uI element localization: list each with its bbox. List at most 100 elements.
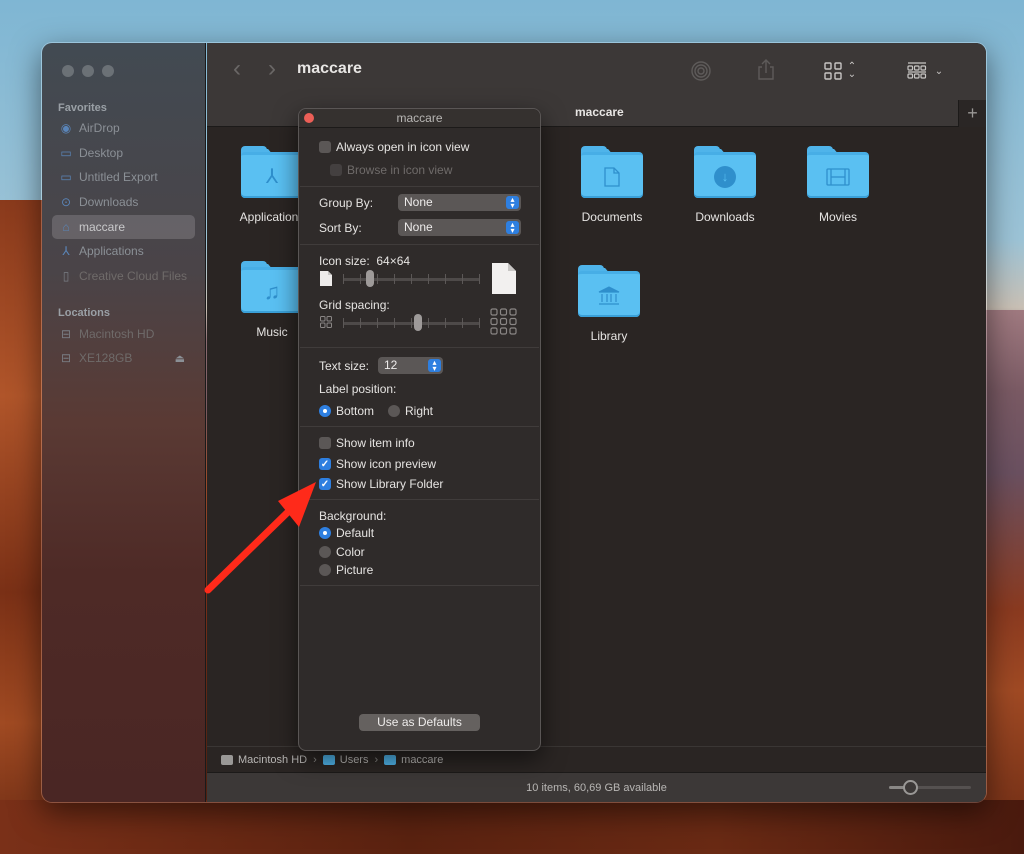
always-open-icon-view-checkbox[interactable]: Always open in icon view bbox=[319, 140, 469, 154]
sidebar-item-creative-cloud-files[interactable]: ▯ Creative Cloud Files bbox=[52, 264, 195, 288]
text-size-label: Text size: bbox=[319, 359, 370, 373]
slider-tick bbox=[462, 274, 463, 284]
close-window-button[interactable] bbox=[62, 65, 74, 77]
airdrop-icon bbox=[691, 61, 711, 81]
document-glyph-icon bbox=[604, 166, 620, 187]
sidebar-item-macintosh-hd[interactable]: ⊟ Macintosh HD bbox=[52, 322, 195, 346]
slider-knob[interactable] bbox=[414, 314, 423, 331]
new-tab-button[interactable]: + bbox=[958, 100, 986, 127]
path-item-macintosh-hd[interactable]: Macintosh HD bbox=[238, 754, 307, 766]
grid-spacing-slider[interactable] bbox=[343, 314, 480, 331]
disk-icon: ⊟ bbox=[60, 327, 72, 341]
show-library-folder-checkbox[interactable]: ✓ Show Library Folder bbox=[319, 477, 443, 491]
label-position-label: Label position: bbox=[319, 382, 397, 396]
text-size-select[interactable]: 12 ▴ ▾ bbox=[378, 357, 443, 374]
path-item-users[interactable]: Users bbox=[340, 754, 369, 766]
label-position-bottom-radio[interactable]: Bottom bbox=[319, 404, 374, 418]
file-item-library[interactable]: Library bbox=[559, 265, 659, 343]
sidebar-item-airdrop[interactable]: ◉ AirDrop bbox=[52, 116, 195, 140]
eject-icon[interactable]: ⏏ bbox=[175, 352, 185, 365]
sidebar-item-downloads[interactable]: ⊙ Downloads bbox=[52, 190, 195, 214]
large-grid-icon bbox=[490, 308, 517, 335]
radio-dot bbox=[319, 527, 331, 539]
forward-button[interactable]: › bbox=[262, 55, 282, 82]
sidebar-item-untitled-export[interactable]: ▭ Untitled Export bbox=[52, 165, 195, 189]
sidebar-item-label: XE128GB bbox=[79, 351, 133, 365]
sidebar-item-desktop[interactable]: ▭ Desktop bbox=[52, 141, 195, 165]
large-document-icon bbox=[492, 263, 516, 294]
chevron-right-icon: › bbox=[268, 55, 276, 82]
sort-by-select[interactable]: None ▴ ▾ bbox=[398, 219, 521, 236]
use-as-defaults-button[interactable]: Use as Defaults bbox=[359, 714, 480, 731]
chevron-left-icon: ‹ bbox=[233, 55, 241, 82]
show-item-info-checkbox[interactable]: Show item info bbox=[319, 436, 415, 450]
background-color-radio[interactable]: Color bbox=[319, 545, 365, 559]
folder-icon: ↓ bbox=[694, 146, 756, 198]
browse-icon-view-checkbox: Browse in icon view bbox=[330, 163, 452, 177]
view-mode-button[interactable]: ⌃ ⌄ bbox=[820, 59, 860, 83]
sidebar-item-xe128gb[interactable]: ⊟ XE128GB ⏏ bbox=[52, 346, 195, 370]
folder-icon bbox=[807, 146, 869, 198]
path-separator: › bbox=[374, 754, 379, 766]
slider-knob[interactable] bbox=[902, 780, 918, 795]
updown-arrows-icon: ▴ ▾ bbox=[506, 195, 519, 209]
background-picture-radio[interactable]: Picture bbox=[319, 563, 373, 577]
path-item-maccare[interactable]: maccare bbox=[401, 754, 443, 766]
wallpaper-bottom bbox=[0, 800, 1024, 854]
sidebar-item-label: Desktop bbox=[79, 146, 124, 160]
group-icon bbox=[907, 62, 926, 79]
zoom-window-button[interactable] bbox=[102, 65, 114, 77]
background-label: Background: bbox=[319, 509, 387, 523]
updown-arrows-icon: ▴ ▾ bbox=[428, 358, 441, 372]
file-item-documents[interactable]: Documents bbox=[562, 146, 662, 224]
sidebar-item-applications[interactable]: ⅄ Applications bbox=[52, 239, 195, 263]
checkbox-label: Show item info bbox=[336, 436, 415, 450]
background-default-radio[interactable]: Default bbox=[319, 526, 374, 540]
item-label: Library bbox=[590, 329, 628, 343]
grid-spacing-label: Grid spacing: bbox=[319, 298, 390, 312]
sidebar-item-label: Creative Cloud Files bbox=[79, 269, 188, 283]
group-by-label: Group By: bbox=[319, 196, 374, 210]
checkbox-label: Show icon preview bbox=[336, 457, 437, 471]
radio-dot bbox=[319, 405, 331, 417]
group-by-select[interactable]: None ▴ ▾ bbox=[398, 194, 521, 211]
panel-titlebar: maccare bbox=[299, 109, 540, 128]
tab-maccare[interactable]: maccare bbox=[575, 105, 624, 119]
window-title: maccare bbox=[297, 60, 362, 77]
folder-icon bbox=[581, 146, 643, 198]
library-glyph-icon bbox=[598, 285, 620, 305]
chevron-down-icon: ⌄ bbox=[934, 65, 944, 77]
label-position-right-radio[interactable]: Right bbox=[388, 404, 433, 418]
checkbox-label: Show Library Folder bbox=[336, 477, 444, 491]
share-button[interactable] bbox=[755, 58, 777, 82]
file-item-movies[interactable]: Movies bbox=[788, 146, 888, 224]
document-icon: ▯ bbox=[62, 269, 70, 283]
minimize-window-button[interactable] bbox=[82, 65, 94, 77]
radio-label: Picture bbox=[336, 563, 374, 577]
slider-tick bbox=[411, 274, 412, 284]
airdrop-button[interactable] bbox=[689, 59, 713, 83]
slider-tick bbox=[343, 318, 344, 328]
sidebar-item-label: Untitled Export bbox=[79, 170, 158, 184]
show-icon-preview-checkbox[interactable]: ✓ Show icon preview bbox=[319, 457, 436, 471]
sidebar-item-label: Downloads bbox=[79, 195, 139, 209]
radio-dot bbox=[319, 564, 331, 576]
icon-zoom-slider[interactable] bbox=[889, 780, 971, 795]
item-label: Music bbox=[256, 325, 288, 339]
sidebar-item-maccare[interactable]: ⌂ maccare bbox=[52, 215, 195, 239]
status-bar: 10 items, 60,69 GB available bbox=[207, 772, 986, 802]
file-item-downloads[interactable]: ↓ Downloads bbox=[675, 146, 775, 224]
applications-icon: ⅄ bbox=[62, 244, 70, 258]
radio-dot bbox=[319, 546, 331, 558]
folder-icon: ♫ bbox=[241, 261, 303, 313]
back-button[interactable]: ‹ bbox=[227, 55, 247, 82]
icon-size-slider[interactable] bbox=[343, 270, 480, 287]
divider bbox=[300, 499, 539, 500]
divider bbox=[300, 585, 539, 586]
close-panel-button[interactable] bbox=[304, 113, 314, 123]
slider-knob[interactable] bbox=[366, 270, 375, 287]
select-value: None bbox=[404, 220, 433, 234]
updown-arrows-icon: ▴ ▾ bbox=[506, 220, 519, 234]
group-button[interactable]: ⌄ bbox=[905, 59, 945, 83]
slider-tick bbox=[428, 274, 429, 284]
